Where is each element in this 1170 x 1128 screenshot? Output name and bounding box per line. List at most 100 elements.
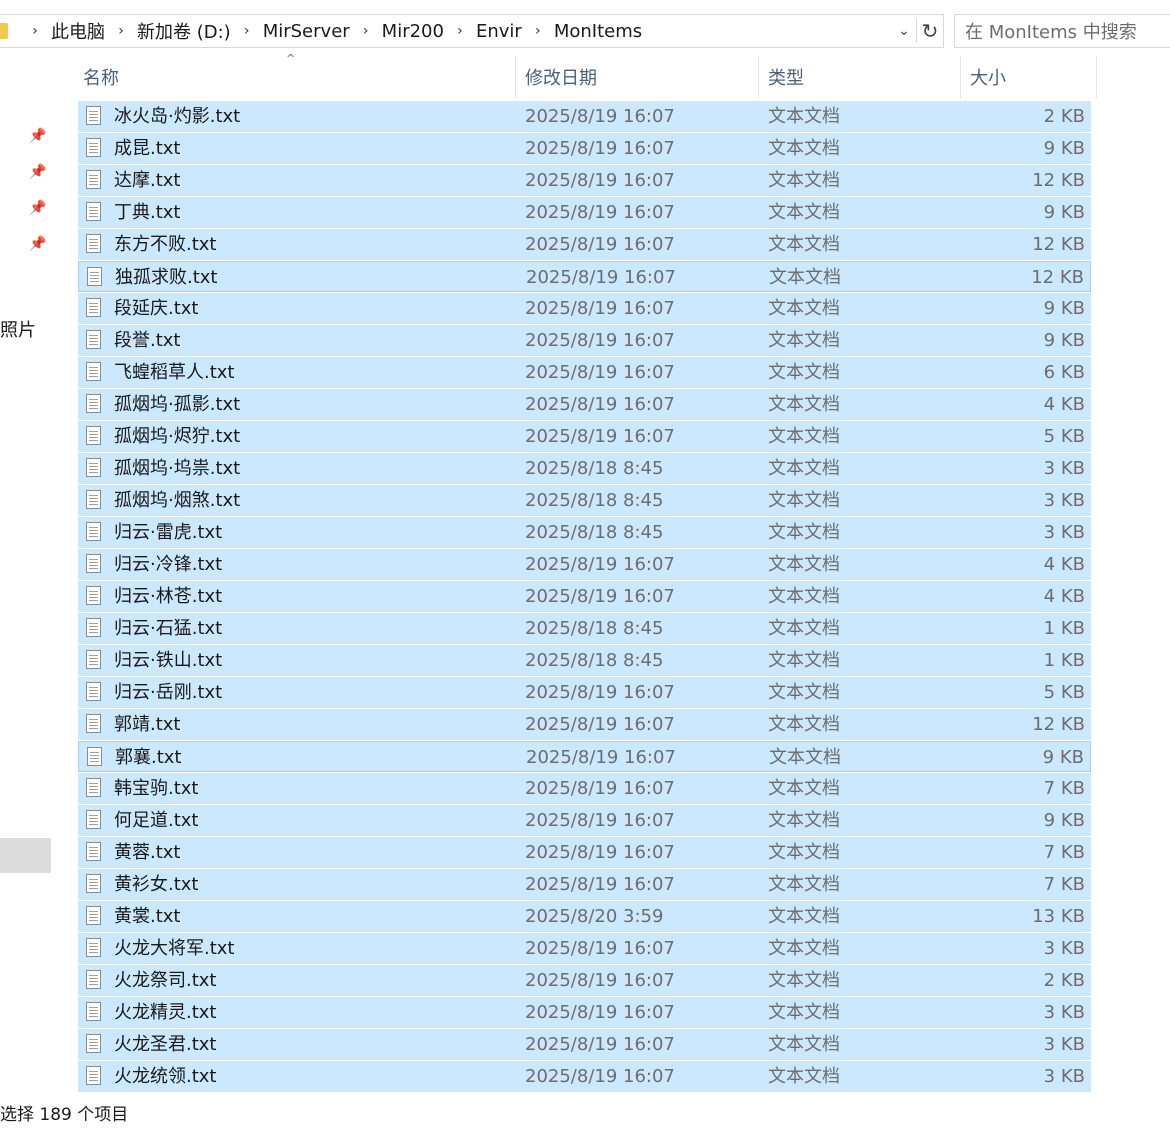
file-row[interactable]: 孤烟坞·烬狞.txt 2025/8/19 16:07 文本文档 5 KB (78, 421, 1091, 452)
file-name: 黄裳.txt (114, 906, 181, 927)
file-size: 4 KB (1043, 586, 1085, 607)
file-size: 7 KB (1043, 778, 1085, 799)
file-row[interactable]: 归云·铁山.txt 2025/8/18 8:45 文本文档 1 KB (78, 645, 1091, 676)
file-size: 9 KB (1043, 298, 1085, 319)
breadcrumb-mir200[interactable]: Mir200 (379, 21, 447, 42)
file-row[interactable]: 孤烟坞·孤影.txt 2025/8/19 16:07 文本文档 4 KB (78, 389, 1091, 420)
file-row[interactable]: 孤烟坞·烟煞.txt 2025/8/18 8:45 文本文档 3 KB (78, 485, 1091, 516)
file-row[interactable]: 火龙祭司.txt 2025/8/19 16:07 文本文档 2 KB (78, 965, 1091, 996)
file-name: 火龙大将军.txt (114, 938, 235, 959)
file-type: 文本文档 (768, 874, 840, 895)
file-row[interactable]: 黄裳.txt 2025/8/20 3:59 文本文档 13 KB (78, 901, 1091, 932)
file-name: 归云·林苍.txt (114, 586, 223, 607)
file-row[interactable]: 归云·雷虎.txt 2025/8/18 8:45 文本文档 3 KB (78, 517, 1091, 548)
breadcrumb-this-pc[interactable]: 此电脑 (48, 18, 108, 44)
nav-item-photos[interactable]: 照片 (0, 316, 36, 342)
file-row[interactable]: 段延庆.txt 2025/8/19 16:07 文本文档 9 KB (78, 293, 1091, 324)
file-name: 黄衫女.txt (114, 874, 199, 895)
pin-icon[interactable]: 📌 (28, 162, 48, 182)
file-row[interactable]: 东方不败.txt 2025/8/19 16:07 文本文档 12 KB (78, 229, 1091, 260)
text-file-icon (86, 842, 101, 861)
file-size: 2 KB (1043, 106, 1085, 127)
search-box[interactable] (954, 14, 1170, 48)
file-date: 2025/8/19 16:07 (525, 842, 675, 863)
file-row[interactable]: 火龙圣君.txt 2025/8/19 16:07 文本文档 3 KB (78, 1029, 1091, 1060)
file-type: 文本文档 (768, 426, 840, 447)
breadcrumb-mirserver[interactable]: MirServer (260, 21, 353, 42)
file-row[interactable]: 飞蝗稻草人.txt 2025/8/19 16:07 文本文档 6 KB (78, 357, 1091, 388)
file-row[interactable]: 段誉.txt 2025/8/19 16:07 文本文档 9 KB (78, 325, 1091, 356)
address-bar[interactable]: › 此电脑 › 新加卷 (D:) › MirServer › Mir200 › … (0, 14, 944, 48)
pin-icon[interactable]: 📌 (28, 198, 48, 218)
file-type: 文本文档 (768, 586, 840, 607)
file-size: 3 KB (1043, 458, 1085, 479)
file-row[interactable]: 独孤求败.txt 2025/8/19 16:07 文本文档 12 KB (78, 261, 1091, 292)
file-row[interactable]: 丁典.txt 2025/8/19 16:07 文本文档 9 KB (78, 197, 1091, 228)
file-type: 文本文档 (768, 394, 840, 415)
file-row[interactable]: 孤烟坞·坞祟.txt 2025/8/18 8:45 文本文档 3 KB (78, 453, 1091, 484)
file-date: 2025/8/19 16:07 (525, 970, 675, 991)
file-date: 2025/8/19 16:07 (525, 874, 675, 895)
file-row[interactable]: 韩宝驹.txt 2025/8/19 16:07 文本文档 7 KB (78, 773, 1091, 804)
breadcrumb-drive-d[interactable]: 新加卷 (D:) (134, 18, 234, 44)
file-name: 归云·铁山.txt (114, 650, 223, 671)
refresh-icon[interactable]: ↻ (916, 19, 943, 43)
file-row[interactable]: 归云·冷锋.txt 2025/8/19 16:07 文本文档 4 KB (78, 549, 1091, 580)
chevron-right-icon[interactable]: › (28, 23, 42, 39)
file-name: 段延庆.txt (114, 298, 199, 319)
text-file-icon (86, 490, 101, 509)
file-row[interactable]: 黄蓉.txt 2025/8/19 16:07 文本文档 7 KB (78, 837, 1091, 868)
text-file-icon (86, 938, 101, 957)
file-size: 12 KB (1032, 714, 1085, 735)
column-header-type[interactable]: 类型 (759, 56, 961, 98)
file-row[interactable]: 归云·岳刚.txt 2025/8/19 16:07 文本文档 5 KB (78, 677, 1091, 708)
file-name: 丁典.txt (114, 202, 181, 223)
file-row[interactable]: 火龙大将军.txt 2025/8/19 16:07 文本文档 3 KB (78, 933, 1091, 964)
file-row[interactable]: 归云·石猛.txt 2025/8/18 8:45 文本文档 1 KB (78, 613, 1091, 644)
pin-icon[interactable]: 📌 (28, 126, 48, 146)
chevron-right-icon[interactable]: › (114, 23, 128, 39)
file-row[interactable]: 郭靖.txt 2025/8/19 16:07 文本文档 12 KB (78, 709, 1091, 740)
file-date: 2025/8/19 16:07 (525, 106, 675, 127)
file-type: 文本文档 (768, 650, 840, 671)
file-type: 文本文档 (769, 747, 841, 768)
file-row[interactable]: 火龙精灵.txt 2025/8/19 16:07 文本文档 3 KB (78, 997, 1091, 1028)
file-row[interactable]: 黄衫女.txt 2025/8/19 16:07 文本文档 7 KB (78, 869, 1091, 900)
file-name: 孤烟坞·烬狞.txt (114, 426, 241, 447)
file-row[interactable]: 冰火岛·灼影.txt 2025/8/19 16:07 文本文档 2 KB (78, 101, 1091, 132)
text-file-icon (86, 554, 101, 573)
file-row[interactable]: 达摩.txt 2025/8/19 16:07 文本文档 12 KB (78, 165, 1091, 196)
text-file-icon (87, 747, 102, 766)
file-name: 归云·石猛.txt (114, 618, 223, 639)
chevron-right-icon[interactable]: › (359, 23, 373, 39)
breadcrumb-monitems[interactable]: MonItems (551, 21, 645, 42)
file-date: 2025/8/19 16:07 (525, 298, 675, 319)
file-name: 郭襄.txt (115, 747, 182, 768)
file-row[interactable]: 成昆.txt 2025/8/19 16:07 文本文档 9 KB (78, 133, 1091, 164)
column-header-size[interactable]: 大小 (961, 56, 1097, 98)
chevron-right-icon[interactable]: › (531, 23, 545, 39)
nav-scrollbar-thumb[interactable] (0, 838, 51, 873)
chevron-right-icon[interactable]: › (453, 23, 467, 39)
text-file-icon (86, 170, 101, 189)
pin-icon[interactable]: 📌 (28, 234, 48, 254)
file-row[interactable]: 火龙统领.txt 2025/8/19 16:07 文本文档 3 KB (78, 1061, 1091, 1092)
file-name: 火龙祭司.txt (114, 970, 217, 991)
file-row[interactable]: 郭襄.txt 2025/8/19 16:07 文本文档 9 KB (78, 741, 1091, 772)
text-file-icon (86, 522, 101, 541)
file-row[interactable]: 何足道.txt 2025/8/19 16:07 文本文档 9 KB (78, 805, 1091, 836)
file-size: 12 KB (1031, 267, 1084, 288)
search-input[interactable] (963, 19, 1167, 45)
file-size: 1 KB (1043, 650, 1085, 671)
file-row[interactable]: 归云·林苍.txt 2025/8/19 16:07 文本文档 4 KB (78, 581, 1091, 612)
file-name: 冰火岛·灼影.txt (114, 106, 241, 127)
column-header-name[interactable]: 名称 (78, 56, 516, 98)
column-header-date[interactable]: 修改日期 (516, 56, 759, 98)
chevron-right-icon[interactable]: › (240, 23, 254, 39)
file-size: 9 KB (1042, 747, 1084, 768)
file-size: 3 KB (1043, 522, 1085, 543)
chevron-down-icon[interactable]: ⌄ (892, 19, 916, 43)
breadcrumb-envir[interactable]: Envir (473, 21, 525, 42)
file-date: 2025/8/19 16:07 (525, 938, 675, 959)
file-name: 孤烟坞·坞祟.txt (114, 458, 241, 479)
